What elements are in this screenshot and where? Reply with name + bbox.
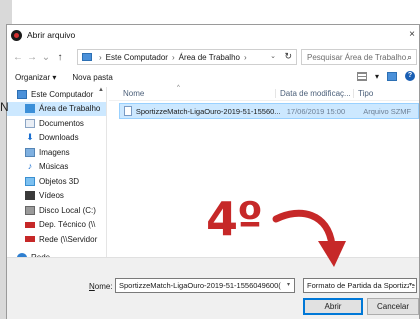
refresh-icon[interactable]: ↻ [284, 51, 292, 62]
recent-locations-dropdown-icon[interactable]: ⌄ [39, 52, 53, 63]
sidebar-item-label: Objetos 3D [39, 176, 80, 186]
search-input[interactable]: Pesquisar Área de Trabalho ⌕ [301, 49, 417, 65]
sidebar-item-label: Este Computador [31, 89, 94, 99]
sidebar-item-videos[interactable]: Vídeos [7, 189, 106, 204]
downloads-icon: ⬇ [26, 132, 34, 143]
sidebar-item-area-de-trabalho[interactable]: Área de Trabalho [7, 101, 106, 116]
sidebar-item-musicas[interactable]: ♪ Músicas [7, 160, 106, 175]
network-drive-icon [25, 236, 35, 243]
sidebar-item-dep-tecnico[interactable]: Dep. Técnico (\\ [7, 218, 106, 233]
toolbar-right: ▾ ? [356, 71, 415, 81]
help-icon[interactable]: ? [405, 71, 415, 81]
new-folder-button[interactable]: Nova pasta [72, 73, 112, 82]
organize-menu[interactable]: Organizar ▾ [15, 73, 56, 82]
path-dropdown-icon[interactable]: ⌄ [270, 52, 276, 60]
file-row[interactable]: SportizzeMatch-LigaOuro-2019-51-15560...… [119, 103, 419, 119]
column-header-date[interactable]: Data de modificaç... [275, 89, 353, 98]
file-name-label-text: ome: [94, 282, 113, 291]
images-icon [25, 147, 35, 157]
music-icon: ♪ [27, 161, 33, 172]
file-type-filter-select[interactable]: Formato de Partida da Sportizze [303, 278, 417, 293]
column-header-name[interactable]: ^ Nome [109, 85, 275, 98]
path-segment-computer[interactable]: Este Computador [106, 53, 168, 62]
file-name-dropdown-icon[interactable]: ▾ [287, 281, 290, 288]
close-icon[interactable]: × [409, 29, 415, 40]
dialog-footer: Nome: SportizzeMatch-LigaOuro-2019-51-15… [7, 257, 419, 319]
sidebar-item-label: Vídeos [39, 191, 64, 201]
sidebar-item-label: Área de Trabalho [39, 104, 101, 114]
search-icon[interactable]: ⌕ [407, 52, 412, 63]
file-list-header: ^ Nome Data de modificaç... Tipo [109, 85, 419, 101]
path-segment-desktop[interactable]: Área de Trabalho [179, 53, 240, 62]
computer-icon [82, 53, 92, 61]
address-path[interactable]: › Este Computador › Área de Trabalho › ⌄… [77, 49, 297, 65]
sidebar-item-label: Documentos [39, 118, 84, 128]
documents-icon [25, 118, 35, 128]
sidebar-item-label: Disco Local (C:) [39, 205, 96, 215]
scroll-up-icon[interactable]: ▲ [98, 87, 104, 93]
videos-icon [25, 191, 35, 201]
up-arrow-icon[interactable]: ↑ [53, 52, 67, 63]
command-toolbar: Organizar ▾ Nova pasta ▾ ? [7, 69, 419, 85]
background-top [0, 0, 420, 24]
open-file-dialog: Abrir arquivo × ← → ⌄ ↑ › Este Computado… [6, 24, 420, 319]
open-button[interactable]: Abrir [303, 298, 363, 315]
title-bar: Abrir arquivo × [7, 25, 419, 45]
background-text: N [0, 100, 9, 114]
sort-ascending-icon: ^ [177, 85, 180, 91]
view-dropdown-icon[interactable]: ▾ [375, 72, 379, 81]
search-placeholder: Pesquisar Área de Trabalho [307, 52, 407, 62]
sidebar-item-imagens[interactable]: Imagens [7, 145, 106, 160]
computer-icon [17, 89, 27, 99]
sidebar-item-downloads[interactable]: ⬇ Downloads [7, 131, 106, 146]
file-name-input[interactable]: SportizzeMatch-LigaOuro-2019-51-15560496… [115, 278, 295, 293]
column-header-label: Nome [123, 89, 145, 98]
network-drive-icon [25, 221, 35, 228]
file-type-dropdown-icon[interactable]: ▾ [409, 281, 413, 288]
sidebar-item-objetos-3d[interactable]: Objetos 3D [7, 174, 106, 189]
sidebar-item-label: Dep. Técnico (\\ [39, 220, 96, 230]
objects-3d-icon [25, 176, 35, 186]
file-date: 17/06/2019 15:00 [286, 106, 346, 116]
sidebar-item-label: Rede (\\Servidor [39, 234, 98, 244]
desktop-icon [25, 104, 35, 114]
cancel-button[interactable]: Cancelar [367, 298, 419, 315]
view-options-icon[interactable] [356, 71, 367, 81]
disk-icon [25, 205, 35, 215]
path-separator-icon: › [99, 52, 102, 62]
path-separator-icon: › [243, 52, 247, 62]
sidebar-item-este-computador[interactable]: Este Computador [7, 87, 106, 102]
dialog-title: Abrir arquivo [27, 30, 76, 40]
sidebar-item-label: Músicas [39, 162, 69, 172]
sidebar-item-label: Imagens [39, 147, 70, 157]
forward-arrow-icon[interactable]: → [25, 52, 39, 63]
path-separator-icon: › [171, 52, 175, 62]
address-bar: ← → ⌄ ↑ › Este Computador › Área de Trab… [7, 47, 419, 67]
back-arrow-icon[interactable]: ← [11, 52, 25, 63]
column-header-type[interactable]: Tipo [353, 89, 419, 98]
sidebar-item-disco-local[interactable]: Disco Local (C:) [7, 203, 106, 218]
app-icon [11, 29, 22, 41]
sidebar-item-documentos[interactable]: Documentos [7, 116, 106, 131]
curved-arrow-icon [272, 209, 346, 267]
file-name-label: Nome: [89, 282, 113, 291]
file-icon [124, 106, 132, 116]
sidebar-item-rede-servidor[interactable]: Rede (\\Servidor [7, 232, 106, 247]
sidebar-item-label: Downloads [39, 133, 79, 143]
preview-pane-icon[interactable] [387, 71, 397, 81]
step-annotation-label: 4º [206, 192, 263, 246]
file-name: SportizzeMatch-LigaOuro-2019-51-15560... [135, 106, 281, 116]
file-type: Arquivo SZMF [363, 106, 412, 116]
